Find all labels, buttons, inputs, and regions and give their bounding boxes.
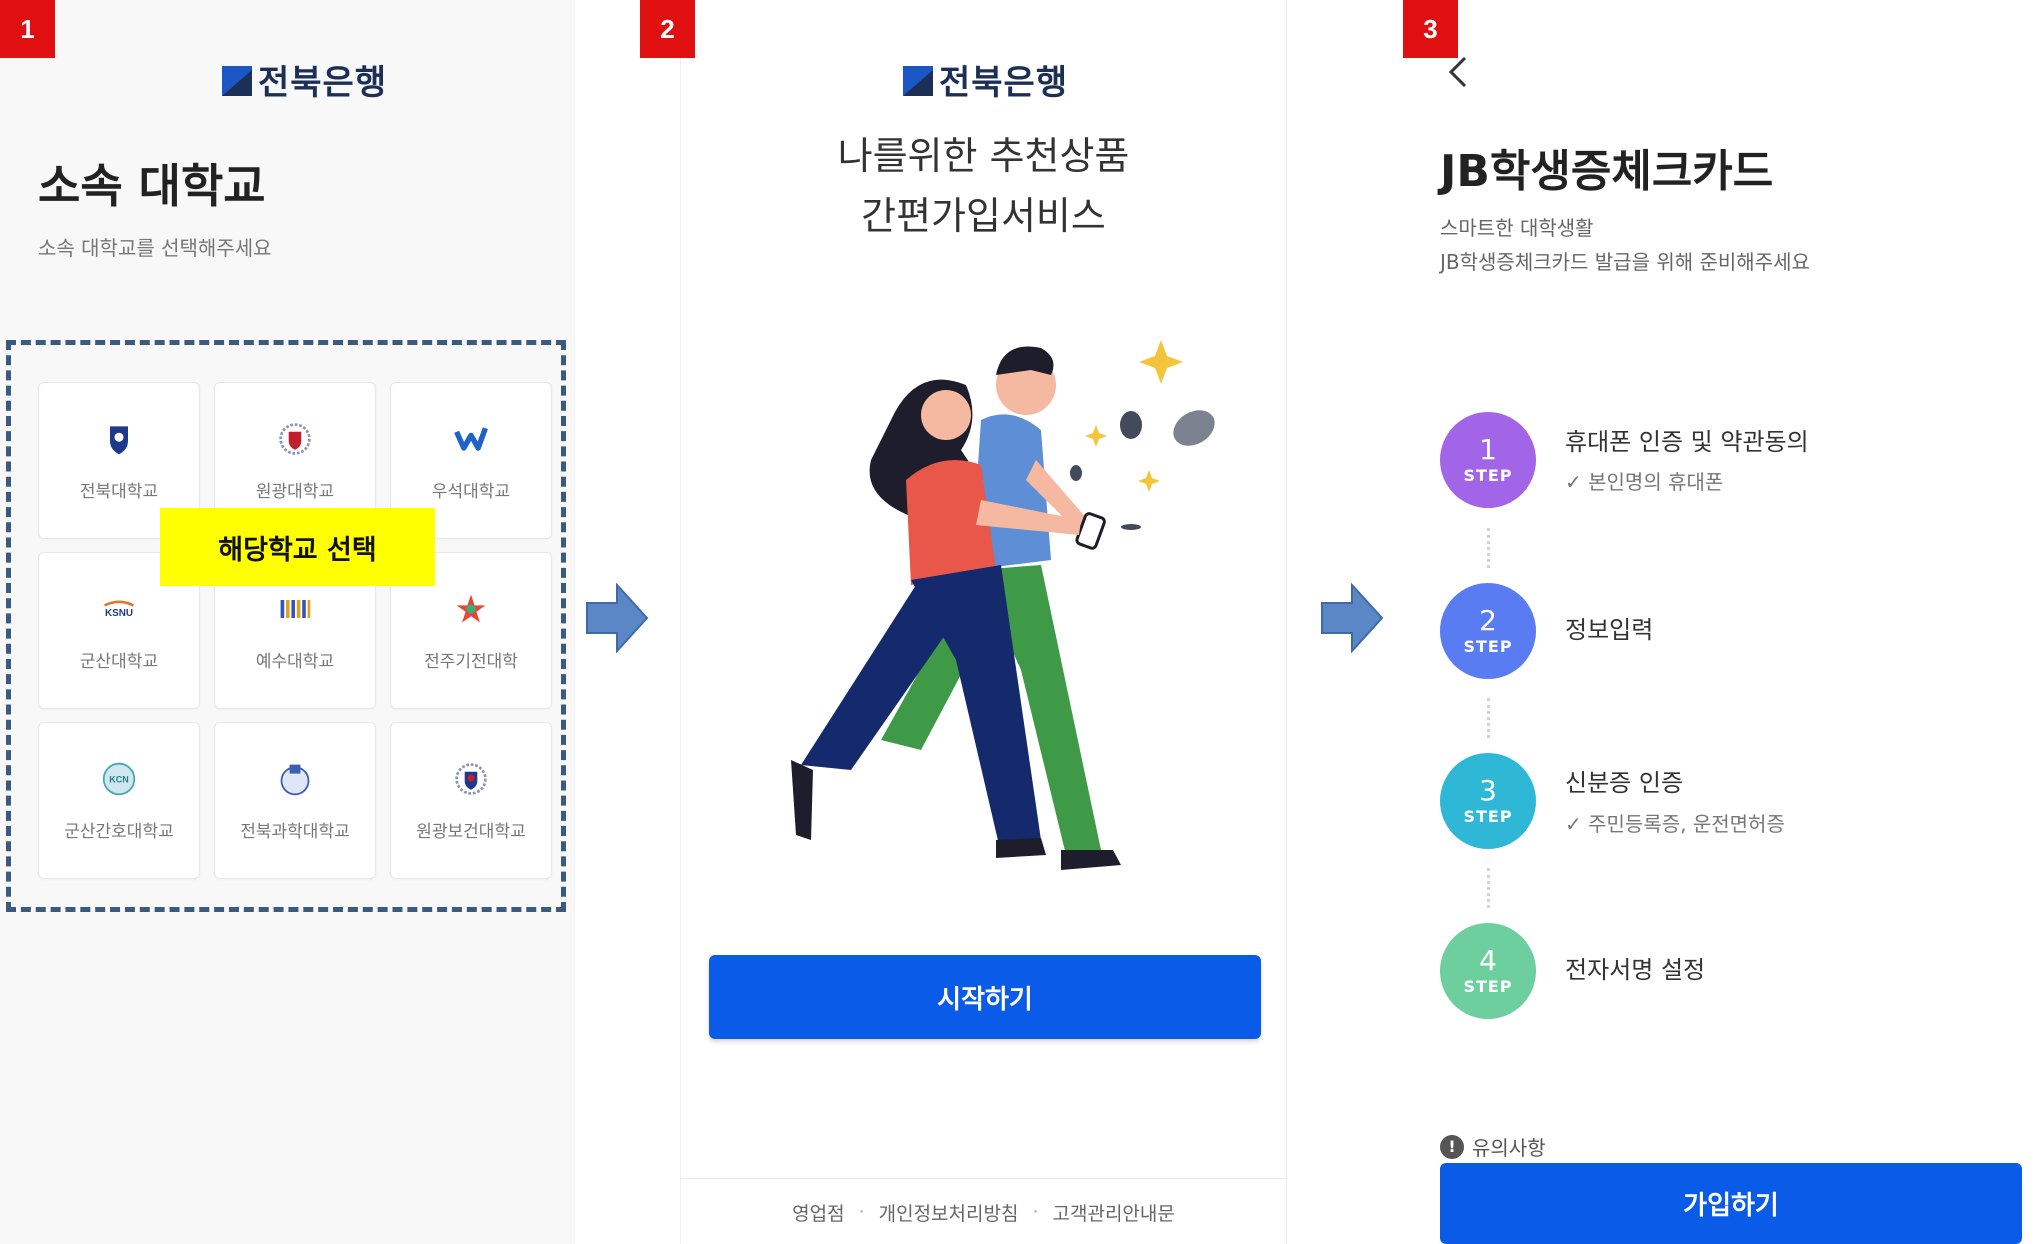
join-button[interactable]: 가입하기 <box>1440 1163 2022 1244</box>
footer-separator: · <box>1032 1201 1039 1223</box>
headline-line-1: 나를위한 추천상품 <box>837 134 1130 178</box>
selection-highlight-box <box>6 340 566 912</box>
step-marker-badge: 2 <box>640 0 695 58</box>
page-subtitle: 스마트한 대학생활 <box>1440 216 1594 240</box>
step-number: 2 <box>1479 603 1497 637</box>
page-title: 소속 대학교 <box>38 159 266 213</box>
footer-link-branch[interactable]: 영업점 <box>792 1199 844 1226</box>
recommended-product-screen: 전북은행 나를위한 추천상품 간편가입서비스 시작하기 영업점 · 개인정보처리… <box>680 0 1287 1244</box>
step-3-detail: ✓ 주민등록증, 운전면허증 <box>1565 812 1785 836</box>
step-number: 4 <box>1479 943 1497 977</box>
step-label: STEP <box>1463 976 1513 996</box>
bank-logo-text: 전북은행 <box>258 63 388 103</box>
step-3-badge: 3 STEP <box>1440 753 1536 849</box>
step-number: 3 <box>1479 773 1497 807</box>
footer-separator: · <box>858 1201 865 1223</box>
step-connector <box>1487 868 1490 908</box>
card-signup-steps-screen: JB학생증체크카드 스마트한 대학생활 JB학생증체크카드 발급을 위해 준비해… <box>1415 0 2035 1244</box>
bank-logo: 전북은행 <box>222 55 387 104</box>
page-subtitle: 소속 대학교를 선택해주세요 <box>38 236 272 260</box>
page-title: JB학생증체크카드 <box>1440 146 1774 197</box>
arrow-right-icon <box>1321 583 1384 653</box>
bank-logo-text: 전북은행 <box>939 63 1069 103</box>
step-marker-badge: 3 <box>1403 0 1458 58</box>
notice-row[interactable]: ! 유의사항 <box>1440 1132 1546 1161</box>
step-connector <box>1487 698 1490 738</box>
step-marker-badge: 1 <box>0 0 55 58</box>
step-2-badge: 2 STEP <box>1440 583 1536 679</box>
step-label: STEP <box>1463 465 1513 485</box>
bank-logo-mark-icon <box>222 65 252 96</box>
page-description: JB학생증체크카드 발급을 위해 준비해주세요 <box>1440 250 1810 274</box>
arrow-right-icon <box>586 583 649 653</box>
step-4-badge: 4 STEP <box>1440 923 1536 1019</box>
info-icon: ! <box>1440 1134 1464 1159</box>
step-number: 1 <box>1479 432 1497 466</box>
step-3-detail-text: 주민등록증, 운전면허증 <box>1588 812 1785 836</box>
step-1-detail: ✓ 본인명의 휴대폰 <box>1565 470 1724 494</box>
step-1-title: 휴대폰 인증 및 약관동의 <box>1565 428 1809 456</box>
step-1-detail-text: 본인명의 휴대폰 <box>1588 470 1724 494</box>
university-select-screen: 전북은행 소속 대학교 소속 대학교를 선택해주세요 전북대학교 원광대학교 우… <box>0 0 575 1244</box>
bank-logo: 전북은행 <box>903 55 1068 104</box>
footer-link-customer-notice[interactable]: 고객관리안내문 <box>1053 1199 1175 1226</box>
walking-couple-illustration <box>791 340 1215 870</box>
bank-logo-mark-icon <box>903 65 933 96</box>
notice-label: 유의사항 <box>1472 1136 1546 1160</box>
annotation-label: 해당학교 선택 <box>160 508 435 586</box>
step-3-title: 신분증 인증 <box>1565 769 1684 797</box>
back-chevron-icon[interactable] <box>1443 52 1473 92</box>
step-2-title: 정보입력 <box>1565 616 1654 644</box>
footer-links: 영업점 · 개인정보처리방침 · 고객관리안내문 <box>681 1178 1286 1244</box>
step-label: STEP <box>1463 806 1513 826</box>
step-4-title: 전자서명 설정 <box>1565 956 1706 984</box>
start-button[interactable]: 시작하기 <box>709 955 1261 1039</box>
headline-line-2: 간편가입서비스 <box>861 194 1106 238</box>
step-label: STEP <box>1463 636 1513 656</box>
step-connector <box>1487 528 1490 568</box>
step-1-badge: 1 STEP <box>1440 412 1536 508</box>
footer-link-privacy[interactable]: 개인정보처리방침 <box>879 1199 1019 1226</box>
